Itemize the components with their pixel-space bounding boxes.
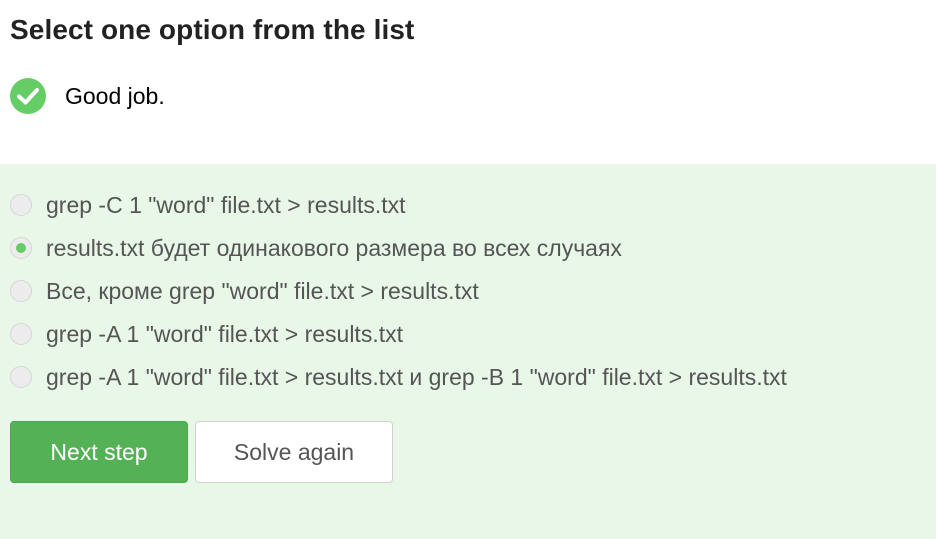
- page-title: Select one option from the list: [10, 14, 415, 45]
- next-step-button[interactable]: Next step: [10, 421, 188, 483]
- radio-button[interactable]: [10, 194, 32, 216]
- option-2[interactable]: results.txt будет одинакового размера во…: [10, 233, 622, 263]
- feedback-text: Good job.: [65, 82, 165, 109]
- option-5[interactable]: grep -A 1 "word" file.txt > results.txt …: [10, 362, 787, 392]
- radio-button[interactable]: [10, 366, 32, 388]
- option-1[interactable]: grep -C 1 "word" file.txt > results.txt: [10, 190, 406, 220]
- quiz-area: grep -C 1 "word" file.txt > results.txt …: [0, 164, 936, 539]
- radio-button-selected[interactable]: [10, 237, 32, 259]
- option-label: results.txt будет одинакового размера во…: [46, 234, 622, 261]
- option-4[interactable]: grep -A 1 "word" file.txt > results.txt: [10, 319, 403, 349]
- option-label: grep -C 1 "word" file.txt > results.txt: [46, 191, 406, 218]
- feedback-message: Good job.: [10, 78, 165, 114]
- solve-again-button[interactable]: Solve again: [195, 421, 393, 483]
- option-label: grep -A 1 "word" file.txt > results.txt …: [46, 363, 787, 390]
- radio-dot-icon: [16, 243, 26, 253]
- option-label: Все, кроме grep "word" file.txt > result…: [46, 277, 479, 304]
- radio-button[interactable]: [10, 280, 32, 302]
- option-3[interactable]: Все, кроме grep "word" file.txt > result…: [10, 276, 479, 306]
- radio-button[interactable]: [10, 323, 32, 345]
- option-label: grep -A 1 "word" file.txt > results.txt: [46, 320, 403, 347]
- check-circle-icon: [10, 78, 46, 114]
